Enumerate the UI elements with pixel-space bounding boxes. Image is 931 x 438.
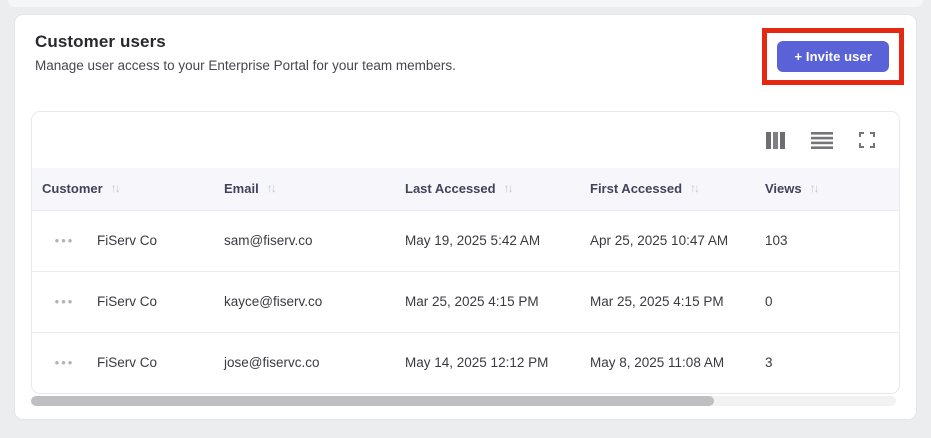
table-container: Customer ↑↓ Email ↑↓ Last Accessed ↑↓ First… [31, 111, 900, 394]
last-accessed-cell: May 14, 2025 12:12 PM [405, 331, 590, 393]
column-header-customer[interactable]: Customer ↑↓ [32, 168, 224, 210]
table-toolbar [32, 112, 899, 168]
sort-icon[interactable]: ↑↓ [810, 181, 820, 195]
customer-cell: FiServ Co [97, 209, 224, 271]
customer-users-card: Customer users Manage user access to you… [14, 14, 917, 420]
views-cell: 3 [765, 331, 899, 393]
first-accessed-cell: May 8, 2025 11:08 AM [590, 331, 765, 393]
email-cell: kayce@fiserv.co [224, 270, 405, 332]
title-block: Customer users Manage user access to you… [35, 32, 456, 73]
column-header-first-accessed[interactable]: First Accessed ↑↓ [590, 168, 765, 210]
top-partial-card [8, 0, 923, 7]
customer-cell: FiServ Co [97, 331, 224, 393]
sort-icon[interactable]: ↑↓ [690, 181, 700, 195]
invite-annotation-highlight-box: + Invite user [762, 28, 904, 85]
row-actions-ellipsis-icon[interactable]: ••• [55, 234, 75, 247]
first-accessed-cell: Mar 25, 2025 4:15 PM [590, 270, 765, 332]
table-row: ••• FiServ Co jose@fiservc.co May 14, 20… [32, 331, 899, 393]
invite-user-button[interactable]: + Invite user [777, 41, 889, 72]
first-accessed-cell: Apr 25, 2025 10:47 AM [590, 209, 765, 271]
row-actions-cell: ••• [32, 270, 97, 332]
column-header-label: Email [224, 181, 259, 197]
row-actions-ellipsis-icon[interactable]: ••• [55, 295, 75, 308]
row-actions-cell: ••• [32, 331, 97, 393]
view-columns-button[interactable] [764, 130, 787, 151]
email-cell: jose@fiservc.co [224, 331, 405, 393]
table-row: ••• FiServ Co sam@fiserv.co May 19, 2025… [32, 209, 899, 271]
column-header-email[interactable]: Email ↑↓ [224, 168, 405, 210]
views-cell: 103 [765, 209, 899, 271]
customer-users-table: Customer ↑↓ Email ↑↓ Last Accessed ↑↓ First… [32, 168, 899, 393]
page-title: Customer users [35, 32, 166, 51]
row-density-button[interactable] [809, 130, 835, 151]
fullscreen-button[interactable] [857, 130, 877, 150]
column-header-label: First Accessed [590, 181, 683, 197]
row-actions-cell: ••• [32, 209, 97, 271]
views-cell: 0 [765, 270, 899, 332]
view-columns-icon [766, 131, 785, 149]
column-header-label: Views [765, 181, 802, 197]
column-header-label: Last Accessed [405, 181, 496, 197]
fullscreen-icon [859, 132, 875, 148]
row-density-icon [811, 131, 833, 149]
column-header-views[interactable]: Views ↑↓ [765, 168, 899, 210]
card-header: Customer users Manage user access to you… [15, 15, 916, 85]
table-header-row: Customer ↑↓ Email ↑↓ Last Accessed ↑↓ First… [32, 168, 899, 210]
table-row: ••• FiServ Co kayce@fiserv.co Mar 25, 20… [32, 270, 899, 332]
customer-cell: FiServ Co [97, 270, 224, 332]
last-accessed-cell: Mar 25, 2025 4:15 PM [405, 270, 590, 332]
horizontal-scrollbar-thumb[interactable] [31, 396, 715, 406]
sort-icon[interactable]: ↑↓ [267, 181, 277, 195]
email-cell: sam@fiserv.co [224, 209, 405, 271]
sort-icon[interactable]: ↑↓ [111, 181, 121, 195]
sort-icon[interactable]: ↑↓ [504, 181, 514, 195]
column-header-label: Customer [42, 181, 103, 197]
last-accessed-cell: May 19, 2025 5:42 AM [405, 209, 590, 271]
page-subtitle: Manage user access to your Enterprise Po… [35, 58, 456, 73]
row-actions-ellipsis-icon[interactable]: ••• [55, 356, 75, 369]
horizontal-scrollbar[interactable] [31, 396, 896, 406]
column-header-last-accessed[interactable]: Last Accessed ↑↓ [405, 168, 590, 210]
